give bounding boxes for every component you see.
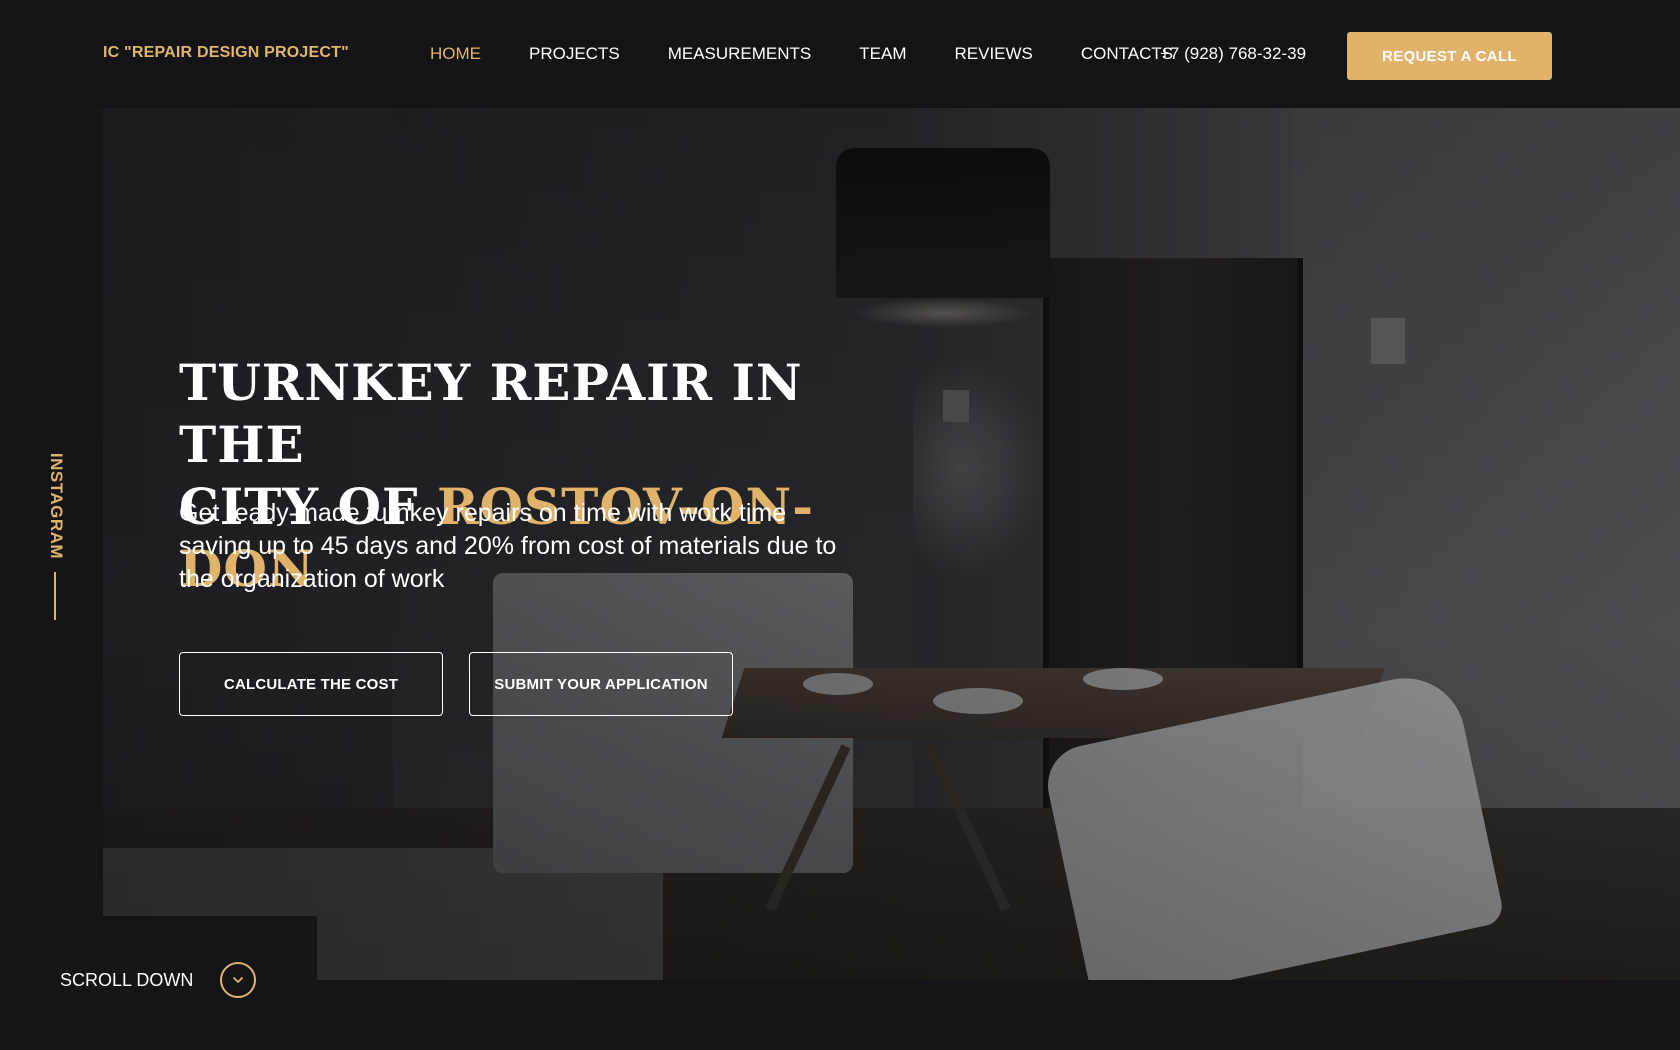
instagram-link[interactable]: INSTAGRAM [44, 446, 68, 566]
calculate-cost-button[interactable]: CALCULATE THE COST [179, 652, 443, 716]
instagram-divider [54, 572, 56, 620]
hero-title-line1: TURNKEY REPAIR IN THE [179, 353, 803, 474]
chevron-down-icon-graphic [233, 977, 243, 983]
logo[interactable]: IC "REPAIR DESIGN PROJECT" [103, 44, 349, 62]
hero-description: Get ready-made turnkey repairs on time w… [179, 499, 837, 593]
site-header: IC "REPAIR DESIGN PROJECT" HOME PROJECTS… [0, 0, 1680, 108]
nav-item-reviews[interactable]: REVIEWS [955, 44, 1033, 64]
nav-item-projects[interactable]: PROJECTS [529, 44, 620, 64]
request-call-button[interactable]: REQUEST A CALL [1347, 32, 1552, 80]
instagram-label: INSTAGRAM [47, 452, 66, 560]
scroll-down-label[interactable]: SCROLL DOWN [60, 970, 193, 991]
nav-item-measurements[interactable]: MEASUREMENTS [668, 44, 812, 64]
nav-item-team[interactable]: TEAM [859, 44, 906, 64]
main-nav: HOME PROJECTS MEASUREMENTS TEAM REVIEWS … [430, 44, 1221, 64]
page: IC "REPAIR DESIGN PROJECT" HOME PROJECTS… [0, 0, 1680, 1050]
phone-link[interactable]: +7 (928) 768-32-39 [1160, 44, 1306, 64]
submit-application-button[interactable]: SUBMIT YOUR APPLICATION [469, 652, 733, 716]
nav-item-home[interactable]: HOME [430, 44, 481, 64]
chevron-down-icon[interactable] [220, 962, 256, 998]
